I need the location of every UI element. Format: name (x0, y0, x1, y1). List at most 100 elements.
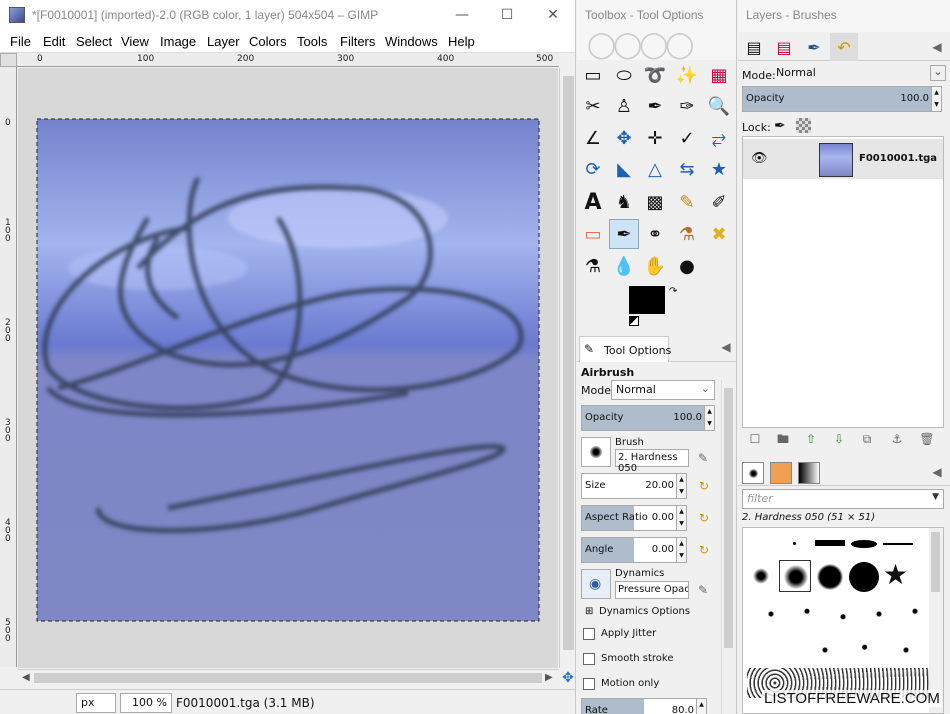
horizontal-scroll-thumb[interactable] (34, 673, 542, 683)
tab-tool-options[interactable]: ✎ Tool Options (579, 336, 671, 362)
default-colors-icon[interactable] (629, 316, 639, 326)
dynamics-preview-button[interactable]: ◉ (581, 569, 611, 599)
blur-sharpen-icon[interactable]: 💧 (609, 251, 639, 281)
scissors-icon[interactable]: ✂ (578, 91, 608, 121)
quick-mask-corner-button[interactable] (0, 53, 17, 67)
paths-icon[interactable]: ✒ (640, 91, 670, 121)
cage-transform-icon[interactable]: ★ (704, 154, 734, 184)
motion-only-checkbox[interactable] (583, 678, 595, 690)
minimize-icon[interactable]: — (452, 5, 472, 25)
vertical-scrollbar[interactable] (559, 68, 575, 668)
color-picker-icon[interactable]: ✑ (672, 91, 702, 121)
tab-layers[interactable]: ▤ (740, 33, 768, 61)
image-window-titlebar[interactable]: *[F0010001] (imported)-2.0 (RGB color, 1… (0, 0, 575, 31)
maximize-icon[interactable]: ☐ (497, 5, 517, 25)
dynamics-options-expander[interactable]: Dynamics Options (599, 606, 690, 617)
select-by-color-icon[interactable]: ▦ (704, 60, 734, 90)
brushes-grid[interactable]: ★ (742, 527, 944, 714)
brush-item[interactable] (815, 540, 845, 546)
layers-list[interactable]: 👁 F0010001.tga (742, 136, 944, 428)
size-slider[interactable]: Size 20.00 ▲ ▼ (581, 473, 687, 499)
smooth-stroke-checkbox[interactable] (583, 653, 595, 665)
paint-mode-select[interactable]: Normal ⌄ (611, 380, 715, 400)
dynamics-select[interactable]: Pressure Opacity (615, 581, 689, 599)
ellipse-select-icon[interactable]: ⬭ (609, 60, 639, 90)
tab-undo-history[interactable]: ↶ (830, 33, 858, 61)
layer-mode-select[interactable]: Normal ⌄ (772, 64, 946, 84)
menu-filters[interactable]: Filters (340, 34, 375, 49)
horizontal-ruler[interactable]: 0 100 200 300 400 500 (17, 53, 559, 67)
perspective-clone-icon[interactable]: ⚗ (578, 251, 608, 281)
bucket-fill-icon[interactable]: ♞ (609, 187, 639, 217)
rate-spin-arrows[interactable]: ▲▼ (696, 699, 706, 714)
layer-opacity-spin-arrows[interactable]: ▲ ▼ (931, 87, 941, 111)
aspect-ratio-spin-arrows[interactable]: ▲ ▼ (676, 506, 686, 530)
move-icon[interactable]: ✥ (609, 123, 639, 153)
brush-item[interactable] (849, 562, 879, 592)
brush-item-star[interactable]: ★ (883, 560, 908, 590)
menu-select[interactable]: Select (76, 34, 112, 49)
foreground-color-swatch[interactable] (629, 286, 665, 314)
flip-icon[interactable]: ⇆ (672, 154, 702, 184)
gradient-icon[interactable]: ▩ (640, 187, 670, 217)
brushes-tab-menu-icon[interactable]: ◀ (928, 463, 946, 481)
menu-view[interactable]: View (121, 34, 149, 49)
rect-select-icon[interactable]: ▭ (578, 60, 608, 90)
tab-brushes[interactable] (742, 462, 764, 484)
tab-paths[interactable]: ✒ (800, 33, 828, 61)
alignment-icon[interactable]: ✛ (640, 123, 670, 153)
ink-icon[interactable]: ⚭ (640, 219, 670, 249)
zoom-icon[interactable]: 🔍 (704, 91, 734, 121)
layer-opacity-slider[interactable]: Opacity 100.0 ▲ ▼ (742, 86, 942, 112)
edit-brush-icon[interactable]: ✎ (694, 449, 712, 467)
brush-item-selected[interactable] (779, 560, 811, 592)
vertical-scroll-thumb[interactable] (563, 76, 574, 650)
close-icon[interactable]: ✕ (543, 5, 563, 25)
layer-row[interactable]: 👁 F0010001.tga (743, 139, 943, 179)
perspective-icon[interactable]: △ (640, 154, 670, 184)
brush-item[interactable] (851, 540, 877, 548)
paintbrush-icon[interactable]: ✐ (704, 187, 734, 217)
toolbox-header[interactable]: Toolbox - Tool Options ◯◯◯◯ (577, 0, 736, 60)
crop-icon[interactable]: ✓ (672, 123, 702, 153)
brush-item[interactable] (793, 542, 796, 545)
opacity-slider[interactable]: Opacity 100.0 ▲ ▼ (581, 405, 715, 431)
apply-jitter-checkbox[interactable] (583, 628, 595, 640)
menu-edit[interactable]: Edit (43, 34, 65, 49)
unified-transform-icon[interactable]: ⥂ (704, 123, 734, 153)
reset-angle-icon[interactable]: ↻ (695, 541, 713, 559)
clone-icon[interactable]: ⚗ (672, 219, 702, 249)
swap-colors-icon[interactable]: ↷ (669, 286, 677, 297)
dodge-burn-icon[interactable]: ● (672, 251, 702, 281)
menu-file[interactable]: File (10, 34, 31, 49)
tab-patterns[interactable] (770, 462, 792, 484)
zoom-select[interactable]: 100 % (120, 693, 172, 713)
brush-filter-input[interactable]: filter ▼ (742, 489, 944, 509)
layers-header[interactable]: Layers - Brushes (738, 0, 950, 32)
vertical-ruler[interactable]: 0 1 0 0 2 0 0 3 0 0 4 0 0 5 0 0 (0, 67, 17, 667)
menu-colors[interactable]: Colors (249, 34, 287, 49)
layer-name[interactable]: F0010001.tga (859, 153, 937, 164)
brush-item-row[interactable] (753, 636, 933, 664)
tool-options-scrollbar[interactable] (721, 380, 735, 714)
delete-layer-icon[interactable]: 🗑 (918, 430, 936, 448)
rotate-icon[interactable]: ⟳ (578, 154, 608, 184)
unit-select[interactable]: px (76, 693, 116, 713)
navigate-icon[interactable]: ✥ (560, 670, 575, 688)
opacity-spin-arrows[interactable]: ▲ ▼ (704, 406, 714, 430)
expand-icon[interactable]: ⊞ (585, 606, 593, 617)
scroll-left-icon[interactable]: ◀ (22, 672, 30, 683)
eye-icon[interactable]: 👁 (751, 151, 768, 166)
scroll-right-icon[interactable]: ▶ (545, 672, 553, 683)
brush-select[interactable]: 2. Hardness 050 (615, 449, 689, 474)
brush-item-row[interactable] (753, 600, 933, 628)
text-icon[interactable]: A (578, 187, 608, 217)
scale-icon[interactable]: ◣ (609, 154, 639, 184)
lock-alpha-icon[interactable] (796, 118, 811, 133)
fuzzy-select-icon[interactable]: ✨ (672, 60, 702, 90)
tab-menu-icon[interactable]: ◀ (717, 338, 735, 356)
brushes-scroll-thumb[interactable] (931, 532, 940, 592)
edit-dynamics-icon[interactable]: ✎ (694, 581, 712, 599)
canvas-area[interactable] (18, 68, 558, 668)
horizontal-scrollbar[interactable]: ◀ ▶ (18, 669, 559, 686)
